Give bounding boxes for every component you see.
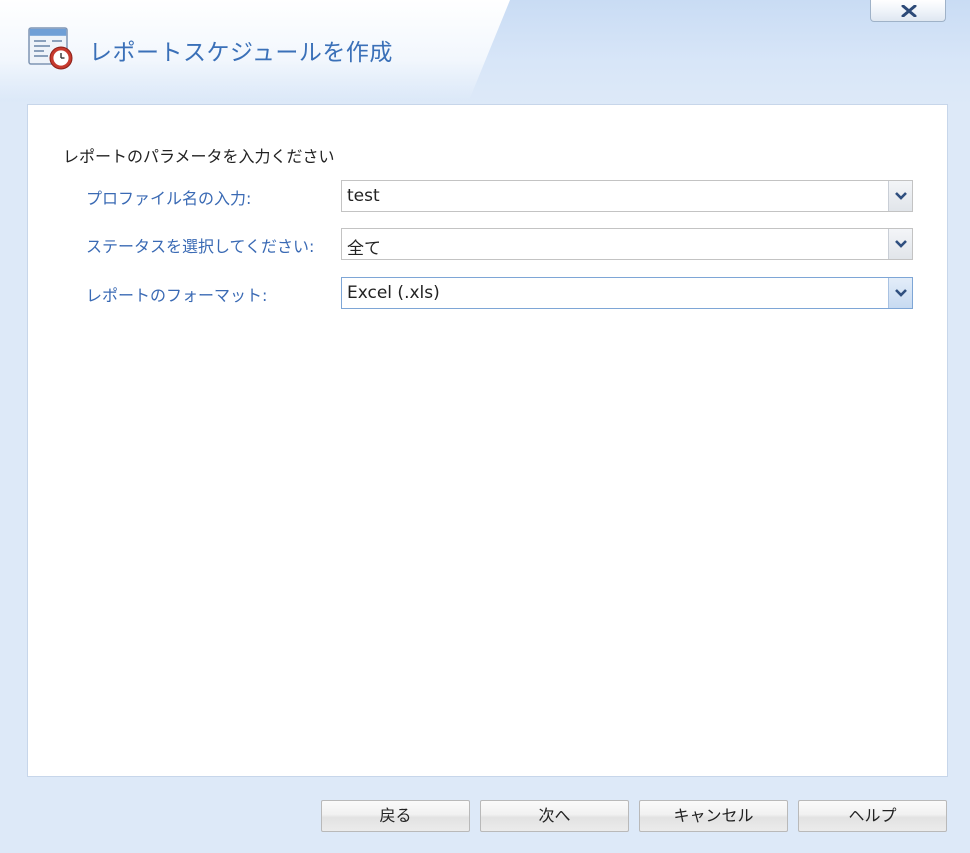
close-icon [901,5,917,17]
report-format-label: レポートのフォーマット: [86,286,268,305]
close-button[interactable] [870,0,946,22]
report-format-select[interactable]: Excel (.xls) [341,277,913,309]
profile-name-select[interactable]: test [341,180,913,212]
instruction-text: レポートのパラメータを入力ください [63,147,335,166]
report-schedule-icon [28,27,74,71]
help-button[interactable]: ヘルプ [798,800,947,832]
report-format-value: Excel (.xls) [347,283,440,303]
report-format-dropdown-button[interactable] [888,278,912,308]
status-select[interactable]: 全て [341,228,913,260]
chevron-down-icon [895,240,907,248]
chevron-down-icon [895,289,907,297]
status-dropdown-button[interactable] [888,229,912,259]
status-value: 全て [347,239,381,259]
next-button[interactable]: 次へ [480,800,629,832]
status-label: ステータスを選択してください: [86,237,315,256]
dialog-title: レポートスケジュールを作成 [89,40,393,66]
chevron-down-icon [895,192,907,200]
profile-name-label: プロファイル名の入力: [86,189,252,208]
back-button[interactable]: 戻る [321,800,470,832]
profile-name-dropdown-button[interactable] [888,181,912,211]
cancel-button[interactable]: キャンセル [639,800,788,832]
profile-name-value: test [347,186,380,206]
report-schedule-dialog: レポートスケジュールを作成 レポートのパラメータを入力ください プロファイル名の… [0,0,970,853]
